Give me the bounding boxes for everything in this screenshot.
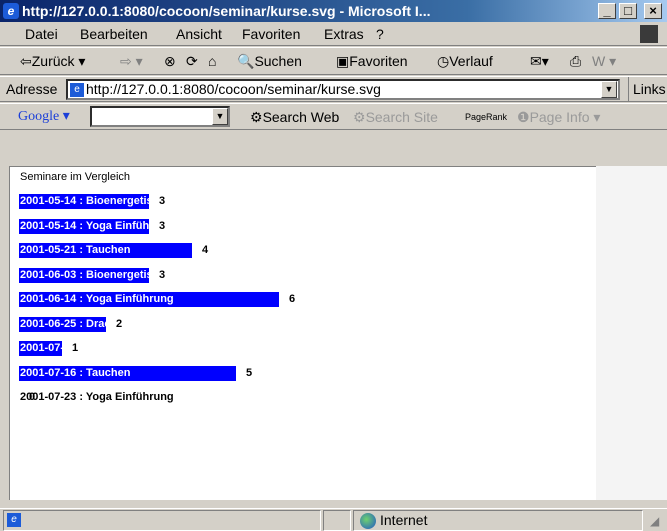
status-panel-2 [323,510,351,531]
window-title: http://127.0.0.1:8080/cocoon/seminar/kur… [22,3,431,19]
chart-bar: 2001-06-03 : Bioenergetisches Salzteigba… [19,268,149,283]
favorites-icon: ▣ [336,53,350,69]
search-web-icon: ⚙ [250,109,263,125]
google-search-dropdown[interactable]: ▼ [212,108,228,125]
info-icon: ❶ [517,109,530,125]
search-site-button[interactable]: ⚙Search Site [353,104,438,130]
menu-favoriten[interactable]: Favoriten [242,22,300,46]
address-input[interactable]: e http://127.0.0.1:8080/cocoon/seminar/ku… [66,79,620,100]
chart-bar: 2001-05-21 : Tauchen [19,243,192,258]
close-button[interactable]: × [644,3,662,19]
chart-bar: 2001-07-04 : Bioenergetisches Salzteigba… [19,341,62,356]
chart-bar: 2001-06-14 : Yoga Einführung [19,292,279,307]
title-bar: e http://127.0.0.1:8080/cocoon/seminar/k… [0,0,667,22]
menu-help[interactable]: ? [376,22,384,46]
google-menu-button[interactable]: Google ▾ [18,104,70,130]
toolbar: ⇦Zurück ▾ ⇨ ▾ ⊗ ⟳ ⌂ 🔍Suchen ▣Favoriten ◷… [0,47,667,75]
chart-bar: 2001-05-14 : Bioenergetisches Salzteigba… [19,194,149,209]
minimize-button[interactable]: _ [598,3,616,19]
menu-extras[interactable]: Extras [324,22,364,46]
menu-ansicht[interactable]: Ansicht [176,22,222,46]
home-icon[interactable]: ⌂ [208,48,216,75]
history-icon: ◷ [437,53,450,69]
maximize-button[interactable]: □ [619,3,637,19]
back-button[interactable]: ⇦Zurück ▾ [20,48,85,75]
favorites-button[interactable]: ▣Favoriten [336,48,408,75]
history-button[interactable]: ◷Verlauf [437,48,493,75]
search-button[interactable]: 🔍Suchen [237,48,302,75]
chart-value-label: 6 [289,293,296,305]
search-site-icon: ⚙ [353,109,366,125]
menu-bar: Datei Bearbeiten Ansicht Favoriten Extra… [0,22,667,46]
page-status-icon: e [7,513,21,527]
page-info-button[interactable]: ❶Page Info ▾ [517,104,600,130]
chart-bar: 2001-07-16 : Tauchen [19,366,236,381]
windows-logo-icon [640,25,658,43]
page-content [9,166,596,500]
back-arrow-icon: ⇦ [20,53,32,69]
print-icon[interactable]: ⎙ [570,48,581,75]
security-zone-panel: Internet [353,510,643,531]
resize-grip-icon[interactable]: ◢ [650,514,659,528]
chart-value-label: 4 [202,244,209,256]
chart-bar: 2001-05-14 : Yoga Einführung [19,219,149,234]
internet-globe-icon [360,513,376,530]
ie-logo-icon: e [3,3,19,19]
forward-button[interactable]: ⇨ ▾ [120,48,143,75]
address-label: Adresse [6,81,58,97]
pagerank-indicator: PageRank [465,112,508,122]
chart-value-label: 0 [29,391,36,403]
chart-value-label: 3 [159,195,166,207]
search-icon: 🔍 [237,53,255,69]
address-dropdown-button[interactable]: ▼ [601,81,617,98]
chart-bar: 2001-06-25 : Drachenfliegen [19,317,106,332]
status-text-panel: e [3,510,321,531]
page-margin [596,166,667,500]
menu-bearbeiten[interactable]: Bearbeiten [80,22,148,46]
stop-icon[interactable]: ⊗ [164,48,176,75]
refresh-icon[interactable]: ⟳ [186,48,198,75]
chart-title: Seminare im Vergleich [20,171,131,183]
menu-datei[interactable]: Datei [25,22,58,46]
mail-icon[interactable]: ✉▾ [530,48,549,75]
chart-value-label: 2 [116,318,123,330]
chart-value-label: 5 [246,367,253,379]
chart-value-label: 3 [159,220,166,232]
page-icon: e [70,83,84,98]
chart-value-label: 1 [72,342,79,354]
search-web-button[interactable]: ⚙Search Web [250,104,339,130]
links-button[interactable]: Links [628,77,666,102]
edit-icon[interactable]: W ▾ [592,48,616,75]
chart-value-label: 3 [159,269,166,281]
chart-bar-label: 2001-07-23 : Yoga Einführung [20,391,174,403]
google-search-input[interactable] [90,106,230,127]
